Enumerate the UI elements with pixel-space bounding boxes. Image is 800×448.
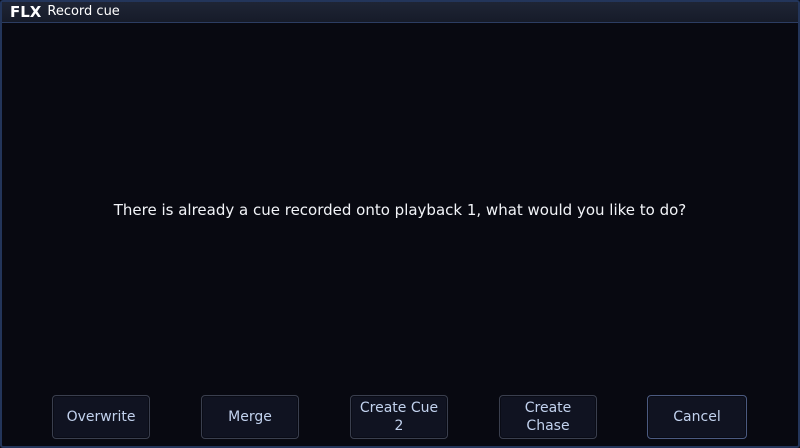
create-chase-button[interactable]: Create Chase (499, 395, 597, 439)
record-cue-dialog: FLX Record cue There is already a cue re… (0, 0, 800, 448)
create-chase-button-label: Create Chase (524, 400, 572, 434)
overwrite-button[interactable]: Overwrite (52, 395, 150, 439)
merge-button-label: Merge (228, 409, 272, 425)
flx-logo: FLX (10, 3, 42, 21)
dialog-message: There is already a cue recorded onto pla… (113, 201, 687, 219)
merge-button[interactable]: Merge (201, 395, 299, 439)
cancel-button[interactable]: Cancel (647, 395, 747, 439)
create-cue-button-label: Create Cue 2 (359, 400, 439, 434)
window-title: Record cue (47, 4, 120, 19)
overwrite-button-label: Overwrite (66, 409, 136, 425)
title-bar: FLX Record cue (2, 2, 798, 23)
create-cue-button[interactable]: Create Cue 2 (350, 395, 448, 439)
cancel-button-label: Cancel (673, 409, 721, 425)
